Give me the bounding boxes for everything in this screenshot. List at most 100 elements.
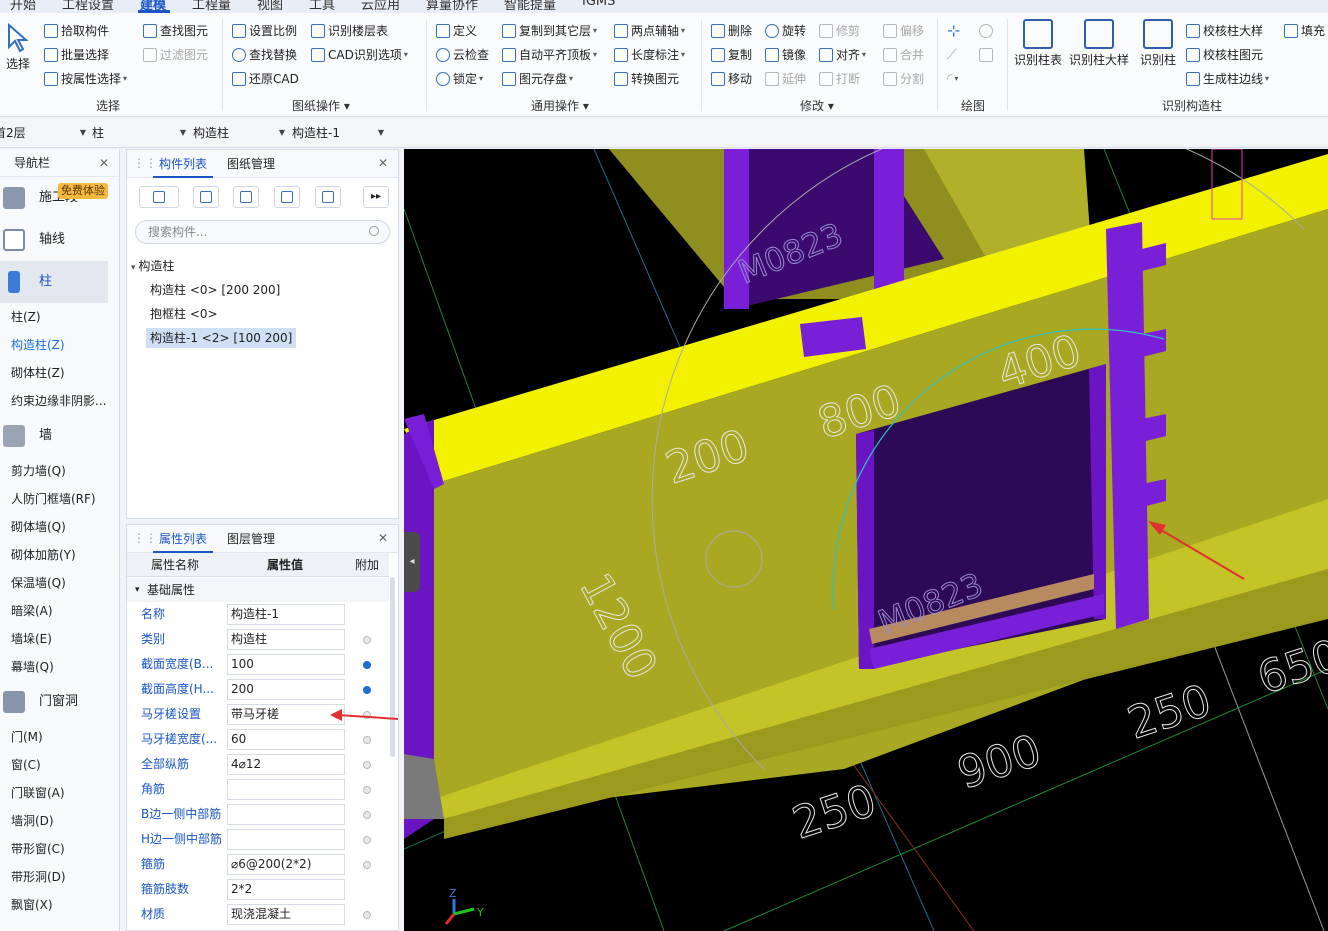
align-button[interactable]: 对齐 ▾ bbox=[819, 45, 866, 65]
restore-cad-button[interactable]: 还原CAD bbox=[232, 69, 299, 89]
prop-row[interactable]: 截面高度(H... 200 bbox=[127, 677, 389, 702]
nav-item[interactable]: 剪力墙(Q) bbox=[0, 457, 110, 485]
draw-arc-button[interactable]: ◜ ▾ bbox=[947, 69, 958, 89]
save-element-button[interactable]: 图元存盘 ▾ bbox=[502, 69, 573, 89]
nav-item[interactable]: 暗梁(A) bbox=[0, 597, 110, 625]
nav-item[interactable]: 砌体墙(Q) bbox=[0, 513, 110, 541]
extra-checkbox[interactable] bbox=[363, 811, 371, 819]
extra-checkbox[interactable] bbox=[363, 736, 371, 744]
mirror-button[interactable]: 镜像 bbox=[765, 45, 806, 65]
nav-item[interactable]: 人防门框墙(RF) bbox=[0, 485, 110, 513]
nav-item[interactable]: 保温墙(Q) bbox=[0, 569, 110, 597]
menu-cloud[interactable]: 云应用 bbox=[361, 0, 400, 13]
nav-item[interactable]: 带形洞(D) bbox=[0, 863, 110, 891]
find-replace-button[interactable]: 查找替换 bbox=[232, 45, 297, 65]
nav-item[interactable]: 带形窗(C) bbox=[0, 835, 110, 863]
recognize-floor-table-button[interactable]: 识别楼层表 bbox=[311, 21, 388, 41]
auto-align-slab-button[interactable]: 自动平齐顶板 ▾ bbox=[502, 45, 597, 65]
collapse-panel-button[interactable]: ◂ bbox=[404, 532, 420, 592]
new-component-button[interactable] bbox=[139, 186, 179, 208]
offset-button[interactable]: 偏移 bbox=[883, 21, 924, 41]
nav-cat-segment[interactable]: 施工段 免费体验 bbox=[0, 177, 119, 219]
search-component-input[interactable]: 搜索构件... bbox=[135, 220, 390, 244]
prop-row[interactable]: 全部纵筋 4⌀12 bbox=[127, 752, 389, 777]
prop-row[interactable]: 截面宽度(B... 100 bbox=[127, 652, 389, 677]
select-by-attr-button[interactable]: 按属性选择 ▾ bbox=[44, 69, 127, 89]
prop-group-basic[interactable]: ▾ 基础属性 bbox=[127, 578, 389, 602]
type-select[interactable]: 构造柱 ▼ bbox=[193, 123, 285, 143]
filter-element-button[interactable]: 过滤图元 bbox=[143, 45, 208, 65]
prop-value-input[interactable] bbox=[227, 779, 345, 800]
cloud-check-button[interactable]: 云检查 bbox=[436, 45, 489, 65]
delete-component-button[interactable] bbox=[233, 186, 259, 208]
define-button[interactable]: 定义 bbox=[436, 21, 477, 41]
nav-item[interactable]: 幕墙(Q) bbox=[0, 653, 110, 681]
more-button[interactable]: ▸▸ bbox=[363, 186, 389, 208]
extra-checkbox[interactable] bbox=[363, 661, 371, 669]
extra-checkbox[interactable] bbox=[363, 636, 371, 644]
extra-checkbox[interactable] bbox=[363, 686, 371, 694]
prop-value-input[interactable] bbox=[227, 804, 345, 825]
copy-component-button[interactable] bbox=[193, 186, 219, 208]
tab-layer-manage[interactable]: 图层管理 bbox=[227, 525, 275, 553]
prop-value-input[interactable]: 60 bbox=[227, 729, 345, 750]
menu-view[interactable]: 视图 bbox=[257, 0, 283, 13]
nav-cat-wall[interactable]: 墙 bbox=[0, 415, 119, 457]
batch-select-button[interactable]: 批量选择 bbox=[44, 45, 109, 65]
scrollbar[interactable] bbox=[390, 577, 395, 757]
component-select[interactable]: 构造柱-1 ▼ bbox=[292, 123, 384, 143]
cad-options-button[interactable]: CAD识别选项 ▾ bbox=[311, 45, 408, 65]
nav-cat-column[interactable]: 柱 bbox=[0, 261, 108, 303]
prop-value-input[interactable] bbox=[227, 829, 345, 850]
nav-item[interactable]: 柱(Z) bbox=[0, 303, 110, 331]
nav-item[interactable]: 门(M) bbox=[0, 723, 110, 751]
menu-collab[interactable]: 算量协作 bbox=[426, 0, 478, 13]
merge-button[interactable]: 合并 bbox=[883, 45, 924, 65]
prop-row[interactable]: 名称 构造柱-1 bbox=[127, 602, 389, 627]
close-icon[interactable]: ✕ bbox=[378, 156, 388, 170]
prop-row[interactable]: 材质 现浇混凝土 bbox=[127, 902, 389, 927]
rotate-button[interactable]: 旋转 bbox=[765, 21, 806, 41]
prop-value-input[interactable]: 构造柱-1 bbox=[227, 604, 345, 625]
draw-line-button[interactable]: ⟋ bbox=[947, 45, 957, 65]
nav-item[interactable]: 约束边缘非阴影... bbox=[0, 387, 110, 415]
menu-smart[interactable]: 智能提量 bbox=[504, 0, 556, 13]
menu-igms[interactable]: IGMS bbox=[582, 0, 615, 9]
draw-point-button[interactable]: ⊹ bbox=[947, 21, 960, 41]
nav-item[interactable]: 砌体柱(Z) bbox=[0, 359, 110, 387]
prop-row[interactable]: 箍筋肢数 2*2 bbox=[127, 877, 389, 902]
floor-select[interactable]: 首2层 ▼ bbox=[0, 123, 86, 143]
length-dimension-button[interactable]: 长度标注 ▾ bbox=[614, 45, 685, 65]
nav-item[interactable]: 墙垛(E) bbox=[0, 625, 110, 653]
tree-item-selected[interactable]: 构造柱-1 <2> [100 200] bbox=[146, 328, 297, 348]
extra-checkbox[interactable] bbox=[363, 911, 371, 919]
prop-value-input[interactable]: 4⌀12 bbox=[227, 754, 345, 775]
find-element-button[interactable]: 查找图元 bbox=[143, 21, 208, 41]
prop-row[interactable]: 类别 构造柱 bbox=[127, 627, 389, 652]
tree-item[interactable]: 抱框柱 <0> bbox=[150, 304, 218, 324]
prop-value-input[interactable]: 100 bbox=[227, 654, 345, 675]
menu-start[interactable]: 开始 bbox=[10, 0, 36, 13]
close-icon[interactable]: ✕ bbox=[99, 149, 109, 177]
pick-component-button[interactable]: 拾取构件 bbox=[44, 21, 109, 41]
draw-circle-button[interactable] bbox=[979, 21, 996, 41]
select-button[interactable]: 选择 bbox=[0, 19, 46, 72]
extra-checkbox[interactable] bbox=[363, 786, 371, 794]
tree-item[interactable]: 构造柱 <0> [200 200] bbox=[150, 280, 280, 300]
convert-element-button[interactable]: 转换图元 bbox=[614, 69, 679, 89]
extra-checkbox[interactable] bbox=[363, 836, 371, 844]
delete-button[interactable]: 删除 bbox=[711, 21, 752, 41]
extra-checkbox[interactable] bbox=[363, 761, 371, 769]
break-button[interactable]: 打断 bbox=[819, 69, 860, 89]
prop-value-input[interactable]: 现浇混凝土 bbox=[227, 904, 345, 925]
category-select[interactable]: 柱 ▼ bbox=[92, 123, 186, 143]
close-icon[interactable]: ✕ bbox=[378, 531, 388, 545]
copy-button[interactable]: 复制 bbox=[711, 45, 752, 65]
nav-item[interactable]: 门联窗(A) bbox=[0, 779, 110, 807]
fill-button[interactable]: 填充 bbox=[1284, 21, 1325, 41]
menu-quantity[interactable]: 工程量 bbox=[192, 0, 231, 13]
prop-row[interactable]: 箍筋 ⌀6@200(2*2) bbox=[127, 852, 389, 877]
draw-rect-button[interactable] bbox=[979, 45, 996, 65]
tree-root[interactable]: ▾ 构造柱 bbox=[131, 256, 174, 276]
nav-cat-axis[interactable]: 轴线 bbox=[0, 219, 119, 261]
